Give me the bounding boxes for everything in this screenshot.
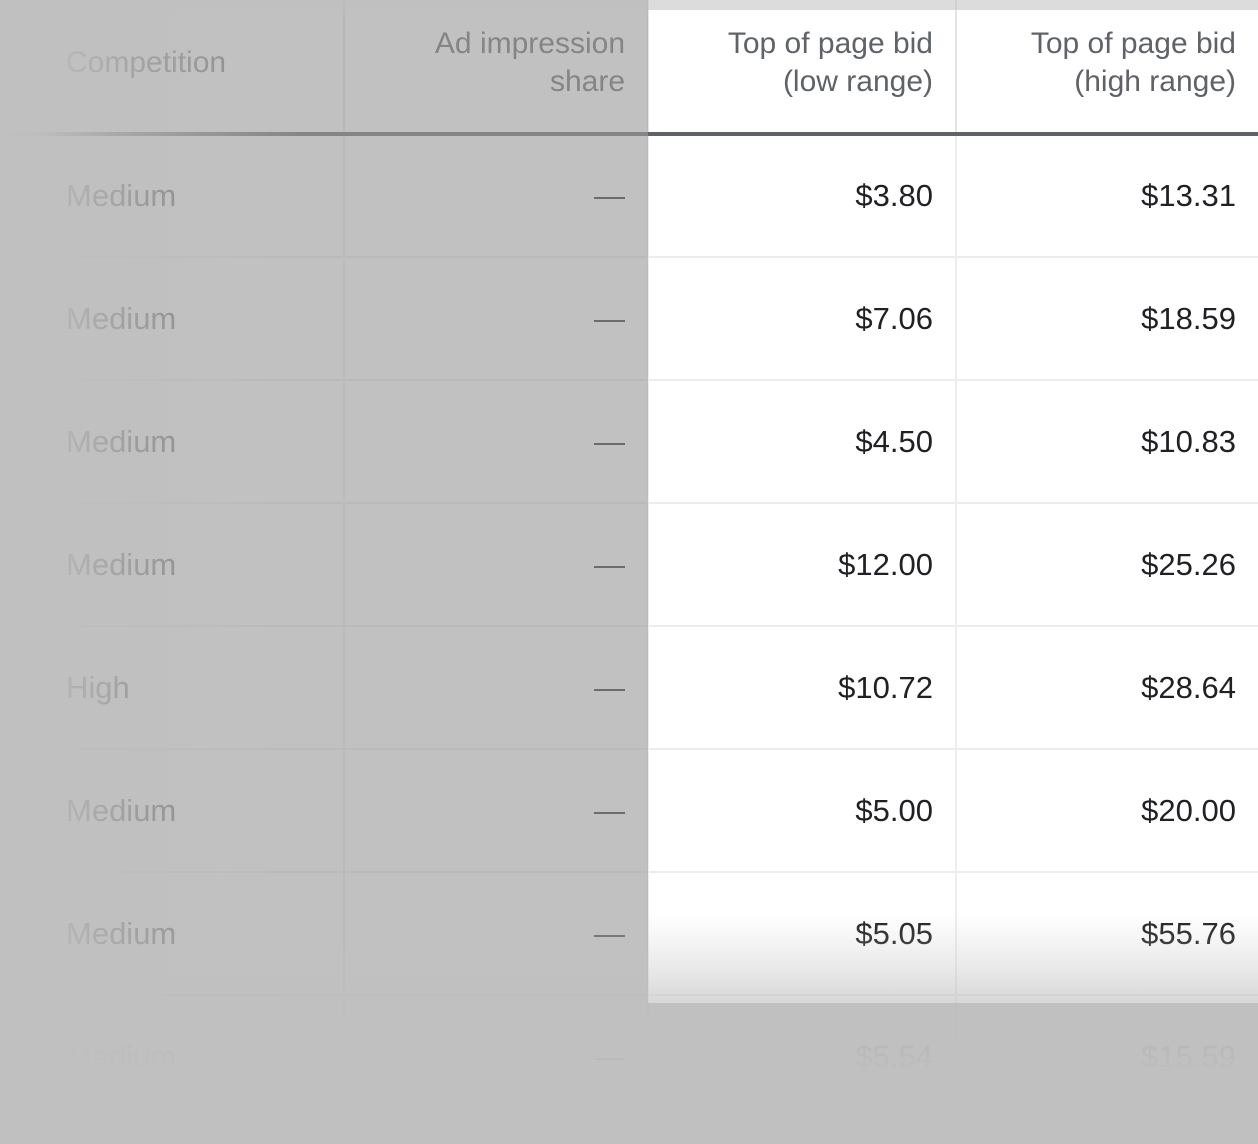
table-cell-top-of-page-bid-high: $55.76: [956, 872, 1258, 995]
table-cell-top-of-page-bid-low: $10.72: [648, 626, 956, 749]
table-cell-competition: Medium: [0, 872, 344, 995]
table-row[interactable]: Medium—$5.54$15.59: [0, 995, 1258, 1118]
table-cell-competition: Medium: [0, 380, 344, 503]
table-row[interactable]: High—$10.72$28.64: [0, 626, 1258, 749]
keyword-planner-table-screen: Competition Ad impression share Top of p…: [0, 0, 1258, 1144]
column-header-competition-label: Competition: [66, 46, 226, 79]
column-header-high-line1: Top of page bid: [1031, 27, 1236, 60]
table-cell-top-of-page-bid-high: $18.59: [956, 257, 1258, 380]
table-cell-competition: High: [0, 626, 344, 749]
table-cell-competition: Medium: [0, 257, 344, 380]
column-header-share-line2: share: [550, 65, 625, 98]
table-cell-top-of-page-bid-high: $10.83: [956, 380, 1258, 503]
column-header-low-line2: (low range): [783, 65, 933, 98]
column-header-top-of-page-bid-low[interactable]: Top of page bid (low range): [648, 0, 956, 134]
column-header-high-line2: (high range): [1074, 65, 1236, 98]
table-cell-ad-impression-share: —: [344, 749, 648, 872]
table-cell-top-of-page-bid-low: $4.50: [648, 380, 956, 503]
table-cell-ad-impression-share: —: [344, 995, 648, 1118]
table-cell-ad-impression-share: —: [344, 503, 648, 626]
table-cell-competition: Medium: [0, 134, 344, 257]
table-cell-top-of-page-bid-high: $20.00: [956, 749, 1258, 872]
column-header-top-of-page-bid-high[interactable]: Top of page bid (high range): [956, 0, 1258, 134]
keyword-metrics-table: Competition Ad impression share Top of p…: [0, 0, 1258, 1119]
table-cell-top-of-page-bid-low: $7.06: [648, 257, 956, 380]
table-cell-ad-impression-share: —: [344, 257, 648, 380]
table-header-row: Competition Ad impression share Top of p…: [0, 0, 1258, 134]
table-body: Medium—$3.80$13.31Medium—$7.06$18.59Medi…: [0, 134, 1258, 1118]
table-cell-competition: Medium: [0, 995, 344, 1118]
table-row[interactable]: Medium—$12.00$25.26: [0, 503, 1258, 626]
table-cell-top-of-page-bid-low: $12.00: [648, 503, 956, 626]
table-cell-ad-impression-share: —: [344, 380, 648, 503]
table-cell-top-of-page-bid-high: $28.64: [956, 626, 1258, 749]
column-header-ad-impression-share[interactable]: Ad impression share: [344, 0, 648, 134]
table-cell-competition: Medium: [0, 503, 344, 626]
table-cell-ad-impression-share: —: [344, 626, 648, 749]
table-cell-top-of-page-bid-high: $25.26: [956, 503, 1258, 626]
table-cell-ad-impression-share: —: [344, 872, 648, 995]
table-header: Competition Ad impression share Top of p…: [0, 0, 1258, 134]
table-cell-top-of-page-bid-low: $5.00: [648, 749, 956, 872]
table-cell-competition: Medium: [0, 749, 344, 872]
table-cell-top-of-page-bid-low: $3.80: [648, 134, 956, 257]
column-header-competition[interactable]: Competition: [0, 0, 344, 134]
table-row[interactable]: Medium—$3.80$13.31: [0, 134, 1258, 257]
table-cell-top-of-page-bid-low: $5.05: [648, 872, 956, 995]
table-cell-top-of-page-bid-high: $13.31: [956, 134, 1258, 257]
table-row[interactable]: Medium—$4.50$10.83: [0, 380, 1258, 503]
table-cell-top-of-page-bid-low: $5.54: [648, 995, 956, 1118]
table-cell-ad-impression-share: —: [344, 134, 648, 257]
table-row[interactable]: Medium—$5.00$20.00: [0, 749, 1258, 872]
table-cell-top-of-page-bid-high: $15.59: [956, 995, 1258, 1118]
column-header-low-line1: Top of page bid: [728, 27, 933, 60]
table-row[interactable]: Medium—$5.05$55.76: [0, 872, 1258, 995]
table-row[interactable]: Medium—$7.06$18.59: [0, 257, 1258, 380]
column-header-share-line1: Ad impression: [435, 27, 625, 60]
